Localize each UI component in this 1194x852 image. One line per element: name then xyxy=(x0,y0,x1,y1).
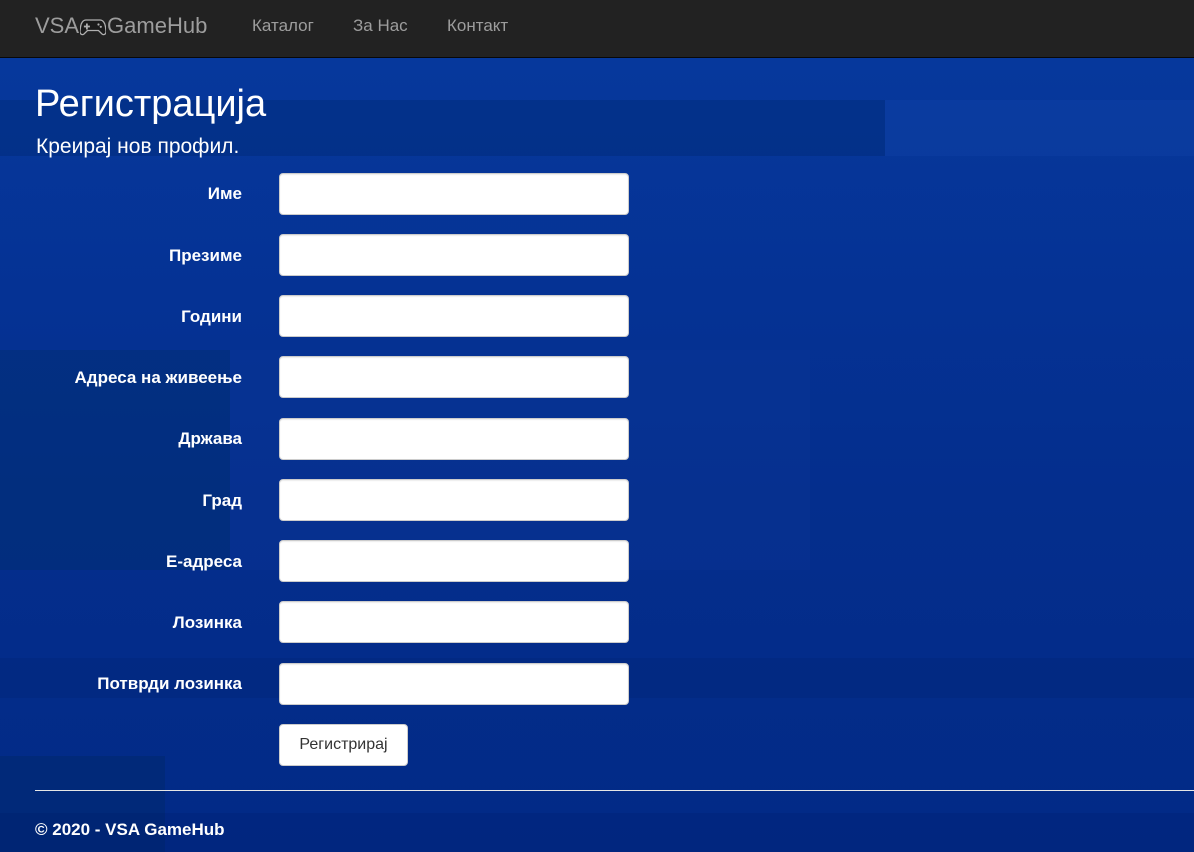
nav-link-catalog[interactable]: Каталог xyxy=(252,16,314,36)
footer-divider xyxy=(35,790,1194,791)
last-name-label: Презиме xyxy=(169,246,242,265)
country-input[interactable] xyxy=(279,418,629,460)
email-label: Е-адреса xyxy=(166,552,242,571)
nav-link-contact[interactable]: Контакт xyxy=(447,16,508,36)
country-label: Држава xyxy=(178,429,242,448)
city-label: Град xyxy=(202,491,242,510)
password-input[interactable] xyxy=(279,601,629,643)
age-label: Години xyxy=(181,307,242,326)
brand-logo[interactable]: VSA GameHub xyxy=(35,13,207,43)
page-title: Регистрација xyxy=(35,83,267,125)
password-label: Лозинка xyxy=(172,613,242,632)
email-input[interactable] xyxy=(279,540,629,582)
footer-copyright: © 2020 - VSA GameHub xyxy=(35,820,225,839)
gamepad-icon xyxy=(79,17,107,43)
brand-text-right: GameHub xyxy=(107,13,208,38)
last-name-input[interactable] xyxy=(279,234,629,276)
city-input[interactable] xyxy=(279,479,629,521)
first-name-label: Име xyxy=(207,184,242,203)
brand-text-left: VSA xyxy=(35,13,80,38)
page-subtitle: Креирај нов профил. xyxy=(36,135,240,158)
age-input[interactable] xyxy=(279,295,629,337)
nav-link-about[interactable]: За Нас xyxy=(353,16,408,36)
navbar: VSA GameHub Каталог За Нас Контакт xyxy=(0,0,1194,58)
confirm-password-input[interactable] xyxy=(279,663,629,705)
address-input[interactable] xyxy=(279,356,629,398)
confirm-password-label: Потврди лозинка xyxy=(97,674,242,693)
first-name-input[interactable] xyxy=(279,173,629,215)
register-button[interactable]: Регистрирај xyxy=(279,724,408,766)
address-label: Адреса на живеење xyxy=(74,368,242,387)
